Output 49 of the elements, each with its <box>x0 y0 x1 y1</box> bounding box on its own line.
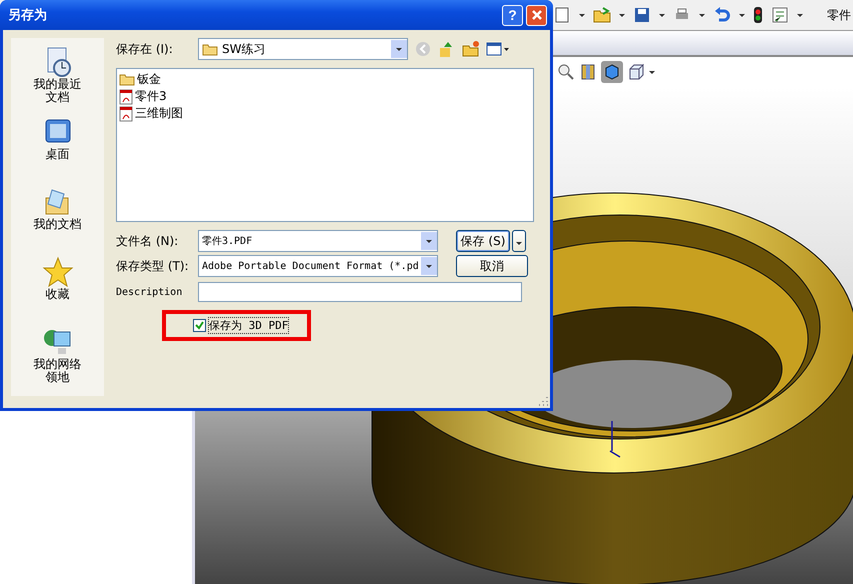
pdf-file-icon <box>119 106 133 122</box>
save-button[interactable]: 保存 (S) <box>456 230 510 252</box>
folder-icon <box>202 42 218 56</box>
save-options-button[interactable] <box>512 230 526 252</box>
star-icon <box>42 256 74 288</box>
document-title: 零件 <box>827 6 851 24</box>
dialog-title: 另存为 <box>8 7 48 24</box>
help-button[interactable]: ? <box>502 4 523 26</box>
cancel-button[interactable]: 取消 <box>456 255 528 277</box>
new-folder-icon[interactable] <box>462 40 480 58</box>
places-item[interactable]: 我的网络领地 <box>18 326 98 388</box>
box-icon[interactable] <box>627 63 645 81</box>
places-item[interactable]: 我的最近文档 <box>18 46 98 108</box>
caret-icon[interactable] <box>659 14 665 16</box>
file-name-field[interactable]: 零件3.PDF <box>198 230 438 252</box>
description-label: Description <box>116 286 184 298</box>
places-item[interactable]: 我的文档 <box>18 186 98 248</box>
section-view-icon[interactable] <box>579 63 597 81</box>
places-item[interactable]: 收藏 <box>18 256 98 318</box>
document-icon[interactable] <box>553 6 571 24</box>
undo-icon[interactable] <box>713 6 731 24</box>
zoom-icon[interactable] <box>557 63 575 81</box>
caret-icon[interactable] <box>649 70 655 74</box>
file-item[interactable]: 三维制图 <box>119 105 531 122</box>
file-type-label: 保存类型 (T): <box>116 258 190 274</box>
checkmark-icon <box>195 321 204 330</box>
description-field[interactable] <box>198 282 522 302</box>
cube-icon[interactable] <box>601 61 623 83</box>
caret-icon[interactable] <box>579 14 585 16</box>
places-item[interactable]: 桌面 <box>18 116 98 178</box>
folder-arrow-icon[interactable] <box>593 6 611 24</box>
close-icon[interactable] <box>530 9 542 21</box>
caret-icon[interactable] <box>619 14 625 16</box>
save-in-dropdown[interactable]: SW练习 <box>198 38 408 60</box>
traffic-light-icon[interactable] <box>753 6 763 24</box>
file-name-label: 文件名 (N): <box>116 232 180 250</box>
pdf-file-icon <box>119 88 133 104</box>
file-item[interactable]: 钣金 <box>119 71 531 88</box>
close-button[interactable] <box>526 4 547 26</box>
view-menu-icon[interactable] <box>486 42 510 56</box>
caret-icon[interactable] <box>699 14 705 16</box>
resize-grip-icon[interactable] <box>538 396 548 406</box>
save-in-label: 保存在 (I): <box>116 40 174 58</box>
caret-icon[interactable] <box>797 14 803 16</box>
file-type-dropdown[interactable]: Adobe Portable Document Format (*.pd <box>198 255 438 277</box>
file-item[interactable]: 零件3 <box>119 88 531 105</box>
save-icon[interactable] <box>633 6 651 24</box>
caret-icon[interactable] <box>739 14 745 16</box>
checklist-icon[interactable] <box>771 6 789 24</box>
